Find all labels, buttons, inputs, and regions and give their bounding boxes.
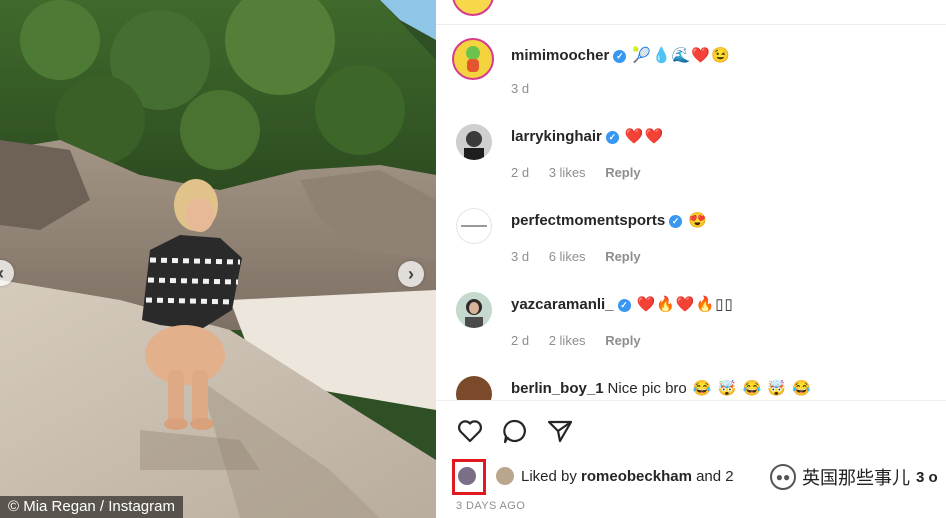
comment-meta: 2 d 3 likes Reply [511,165,657,180]
verified-badge-icon: ✓ [669,215,683,228]
previous-comment-avatar[interactable] [452,0,494,16]
comment-time: 3 d [511,249,530,264]
comment-icon[interactable] [501,417,529,445]
photo-credit-watermark: © Mia Regan / Instagram [0,496,183,518]
comment-username[interactable]: mimimoocher ✓ 🎾💧🌊❤️😉 [511,46,731,64]
verified-badge-icon: ✓ [605,131,619,144]
brand-logo-icon [461,225,487,227]
chevron-left-icon: ‹ [0,264,4,282]
username-text[interactable]: berlin_boy_1 [511,380,604,397]
heart-icon[interactable] [456,417,484,445]
comment-time: 3 d [511,81,530,96]
verified-badge-icon: ✓ [617,299,631,312]
liked-by-suffix: and 2 [691,468,734,485]
liked-by-prefix: Liked by [521,468,582,485]
liked-by-row: Liked by romeobeckham and 2 ●● 英国那些事儿 3 … [452,459,938,495]
comment-username[interactable]: yazcaramanli_ ✓ ❤️🔥❤️🔥▯▯ [511,295,734,313]
comment-likes[interactable]: 6 likes [549,249,586,264]
comment-likes[interactable]: 2 likes [549,333,586,348]
comment-meta: 3 d 6 likes Reply [511,249,657,264]
username-text[interactable]: larrykinghair [511,128,602,145]
liked-by-tail: 3 o [916,468,938,486]
comment-item: berlin_boy_1 Nice pic bro 😂 🤯 😂 🤯 😂 [436,374,946,400]
comment-time: 2 d [511,165,530,180]
comment-likes[interactable]: 3 likes [549,165,586,180]
comments-panel: mimimoocher ✓ 🎾💧🌊❤️😉 3 d larrykinghair ✓ ❤️❤… [436,0,946,518]
comment-time: 2 d [511,333,530,348]
liker-avatar[interactable] [494,465,516,487]
comment-text: Nice pic bro [607,380,687,397]
cartoon-avatar-icon [466,46,480,72]
liked-by-text[interactable]: Liked by romeobeckham and 2 [521,468,734,485]
post-timestamp: 3 DAYS AGO [456,500,526,512]
reply-button[interactable]: Reply [605,333,640,348]
divider [436,400,946,401]
comment-emojis: 😂 🤯 😂 🤯 😂 [692,380,812,397]
wechat-logo-icon: ●● [770,464,796,490]
comment-username[interactable]: perfectmomentsports ✓ 😍 [511,211,708,229]
overlay-watermark: ●● 英国那些事儿 3 o [770,464,938,490]
post-photo[interactable]: ‹ › © Mia Regan / Instagram [0,0,436,518]
comment-emojis: ❤️❤️ [624,128,665,145]
verified-badge-icon: ✓ [613,50,627,63]
divider [436,24,946,25]
chevron-right-icon: › [408,264,414,284]
username-text[interactable]: perfectmomentsports [511,212,665,229]
comment-emojis: ❤️🔥❤️🔥▯▯ [636,296,734,313]
liked-by-user[interactable]: romeobeckham [581,468,692,485]
next-photo-button[interactable]: › [398,261,424,287]
avatar[interactable] [456,208,492,244]
comment-emojis: 🎾💧🌊❤️😉 [632,47,731,64]
instagram-post-view: ‹ › © Mia Regan / Instagram mimimoocher ✓… [0,0,946,518]
avatar[interactable] [456,292,492,328]
comment-emojis: 😍 [688,212,708,229]
reply-button[interactable]: Reply [605,165,640,180]
person-avatar-icon [456,124,492,160]
comment-username[interactable]: berlin_boy_1 Nice pic bro 😂 🤯 😂 🤯 😂 [511,379,812,397]
avatar[interactable] [452,38,494,80]
comment-username[interactable]: larrykinghair ✓ ❤️❤️ [511,127,664,145]
overlay-watermark-text: 英国那些事儿 [802,468,910,488]
person-avatar-icon [456,292,492,328]
avatar[interactable] [456,376,492,400]
share-icon[interactable] [546,417,574,445]
reply-button[interactable]: Reply [605,249,640,264]
beach-photo-illustration [0,0,436,518]
username-text[interactable]: yazcaramanli_ [511,296,614,313]
comment-meta: 2 d 2 likes Reply [511,333,657,348]
highlight-box [452,459,486,495]
username-text[interactable]: mimimoocher [511,47,609,64]
avatar[interactable] [456,124,492,160]
comment-meta: 3 d [511,81,545,96]
